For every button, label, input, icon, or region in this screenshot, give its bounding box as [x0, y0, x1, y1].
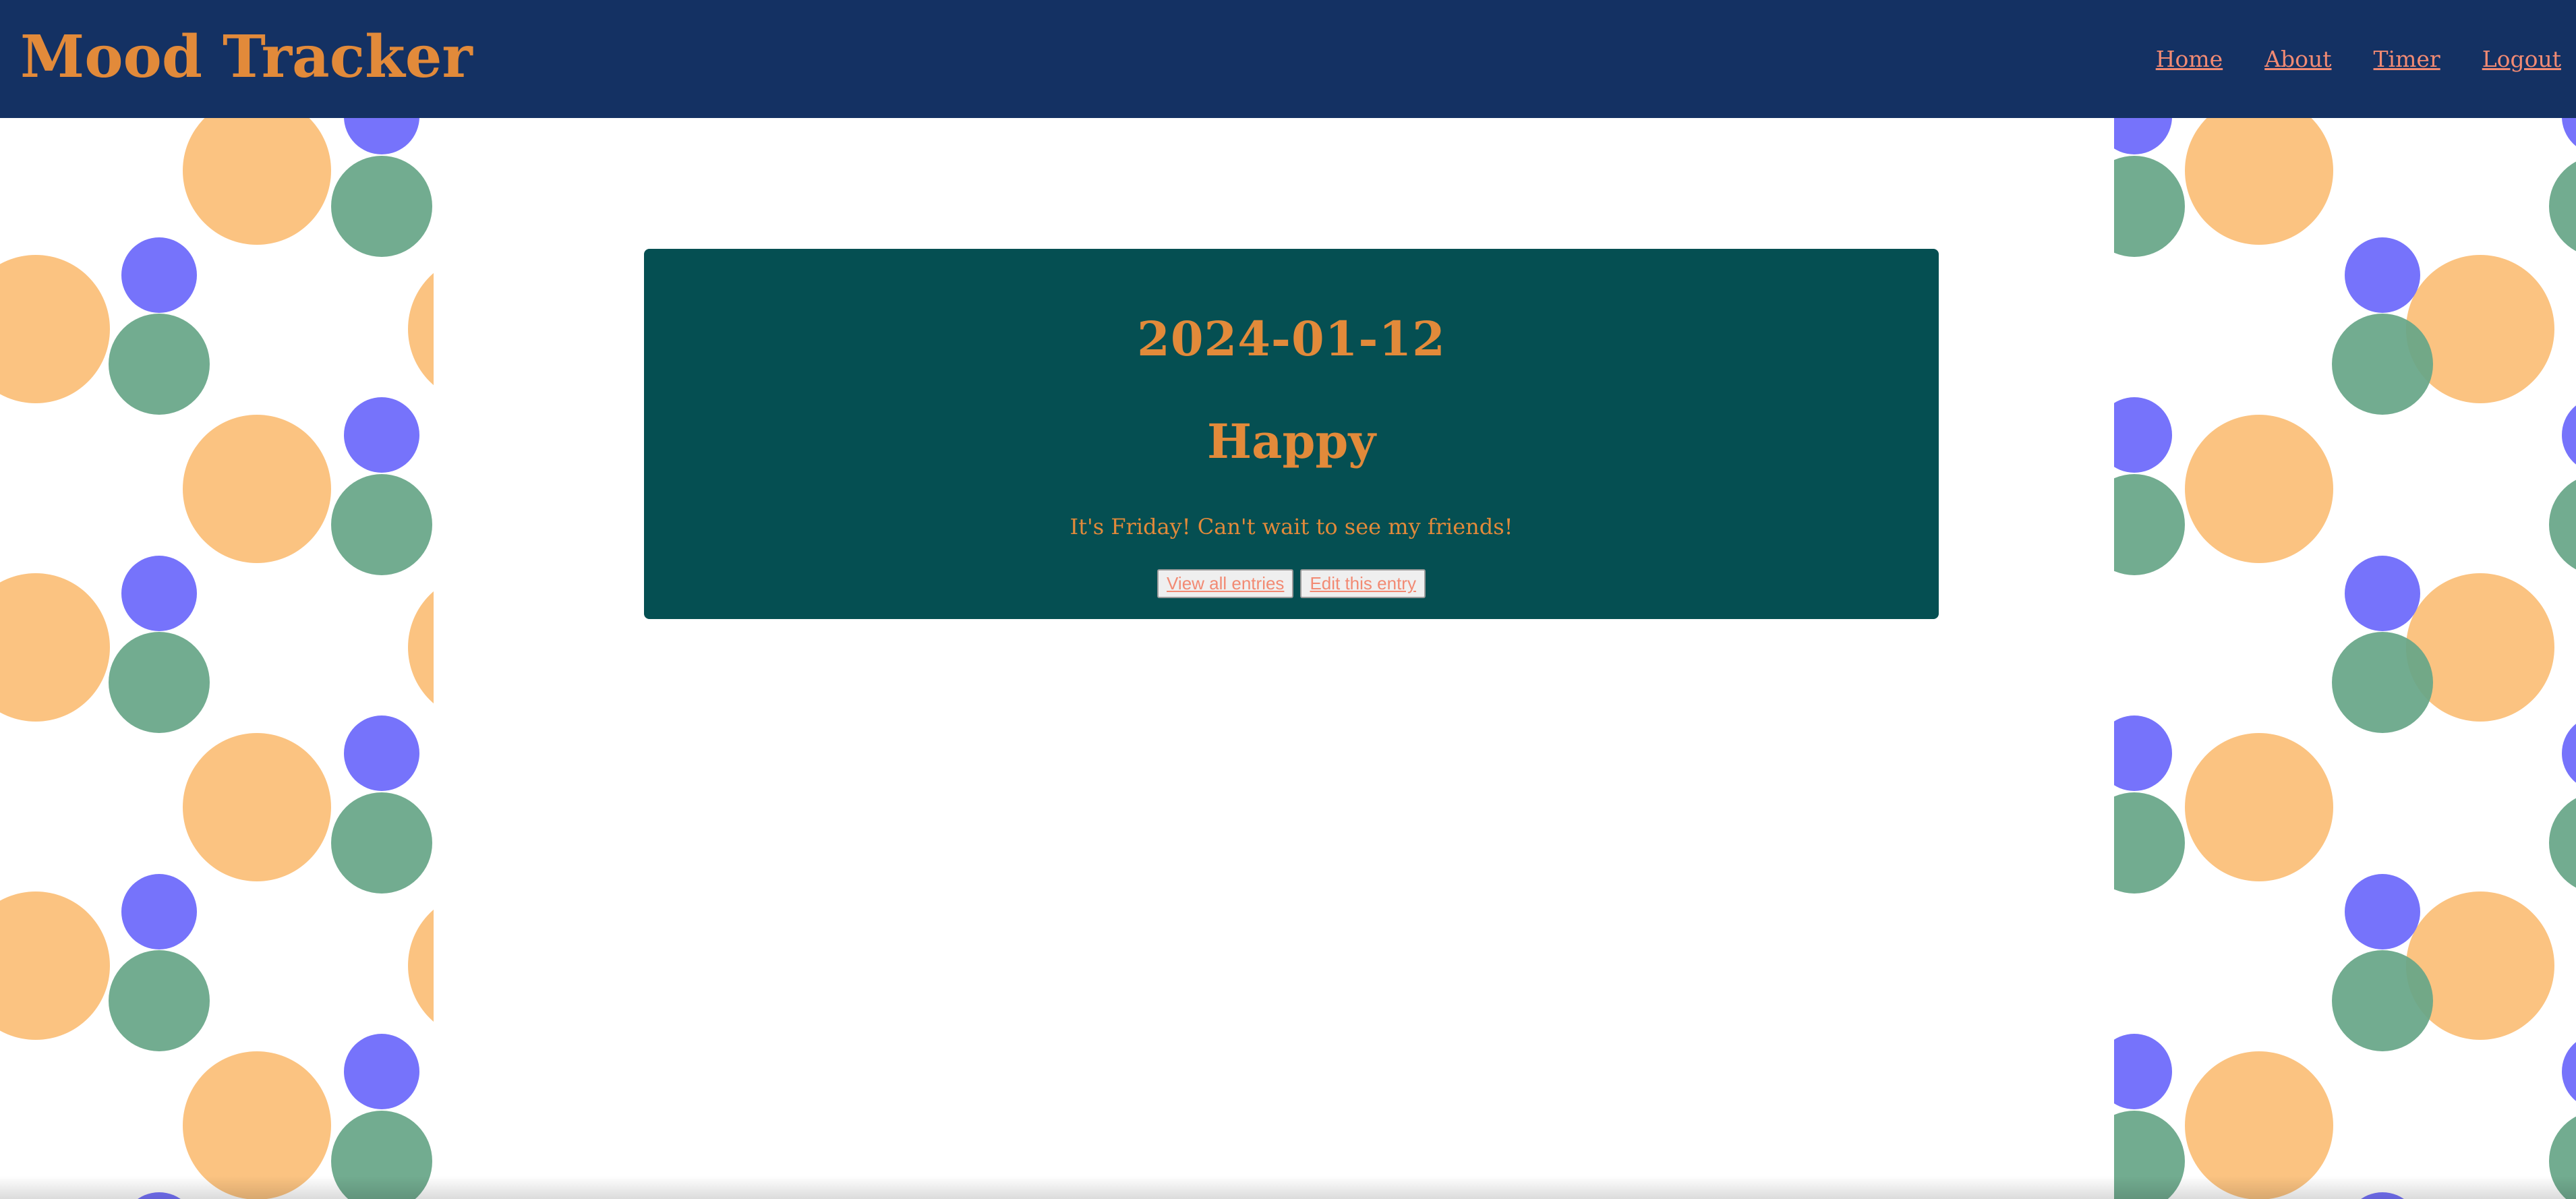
left-decorative-pattern — [0, 118, 434, 1199]
nav-link-timer[interactable]: Timer — [2374, 46, 2440, 72]
entry-actions: View all entries Edit this entry — [644, 569, 1939, 598]
main-nav: Home About Timer Logout — [2156, 0, 2561, 118]
nav-link-logout[interactable]: Logout — [2482, 46, 2561, 72]
view-all-entries-button[interactable]: View all entries — [1157, 569, 1294, 598]
entry-date: 2024-01-12 — [1137, 311, 1446, 367]
entry-card: 2024-01-12 Happy It's Friday! Can't wait… — [644, 249, 1939, 619]
entry-mood: Happy — [1206, 413, 1376, 469]
edit-entry-button[interactable]: Edit this entry — [1300, 569, 1426, 598]
entry-note: It's Friday! Can't wait to see my friend… — [1070, 514, 1513, 539]
top-nav-bar: Mood Tracker Home About Timer Logout — [0, 0, 2576, 118]
nav-link-home[interactable]: Home — [2156, 46, 2223, 72]
app-title: Mood Tracker — [20, 23, 473, 91]
nav-link-about[interactable]: About — [2264, 46, 2331, 72]
right-decorative-pattern — [2114, 118, 2576, 1199]
